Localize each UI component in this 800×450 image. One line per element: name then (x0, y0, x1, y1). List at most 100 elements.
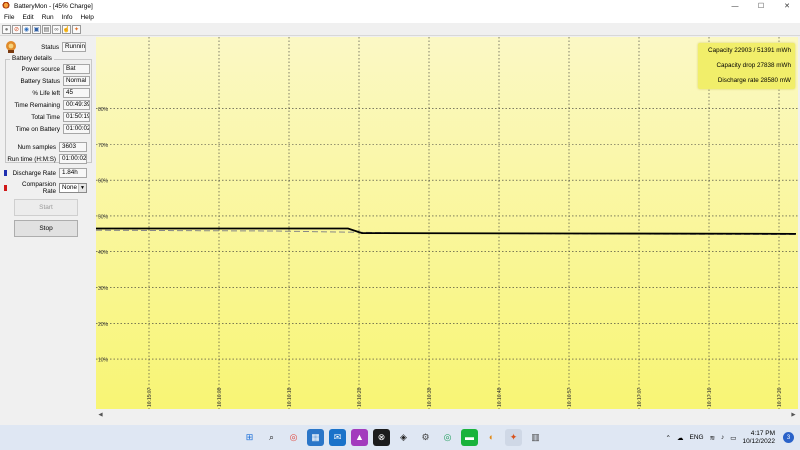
x-tick-label: 16:16:48 (497, 387, 503, 407)
xbox-icon[interactable]: ⊗ (373, 429, 390, 446)
num-samples-row: Num samples 3603 (4, 142, 87, 152)
title-bar: BatteryMon - [45% Charge] — ☐ ✕ (0, 0, 800, 12)
window-controls: — ☐ ✕ (722, 0, 800, 12)
document-icon[interactable]: ▤ (42, 25, 51, 34)
photos-icon[interactable]: ▲ (351, 429, 368, 446)
x-tick-label: 16:16:08 (217, 387, 223, 407)
volume-icon[interactable]: ♪ (721, 434, 724, 441)
run-time-value: 01:00:02 (59, 154, 87, 164)
y-tick-label: 10% (98, 358, 109, 364)
comparison-rate-select[interactable]: None ▼ (59, 183, 87, 193)
capacity-drop-annotation: Capacity drop 27838 mWh (716, 62, 791, 69)
menu-run[interactable]: Run (38, 14, 58, 21)
x-tick-label: 16:17:07 (637, 387, 643, 407)
save-disk-icon[interactable]: ▣ (32, 25, 41, 34)
detail-row: Battery Status Normal (7, 76, 90, 86)
num-samples-label: Num samples (17, 143, 57, 151)
close-icon[interactable]: ✕ (774, 0, 800, 12)
maximize-icon[interactable]: ☐ (748, 0, 774, 12)
globe-icon[interactable]: ◉ (22, 25, 31, 34)
comparison-rate-label: Comparsion Rate (22, 181, 56, 195)
store-icon[interactable]: ▦ (307, 429, 324, 446)
chrome-icon[interactable]: ◎ (285, 429, 302, 446)
no-entry-icon[interactable]: ⊘ (12, 25, 21, 34)
mail-icon[interactable]: ✉ (329, 429, 346, 446)
y-tick-label: 80% (98, 107, 109, 113)
stop-button[interactable]: Stop (14, 220, 78, 237)
detail-value: 45 (63, 88, 90, 98)
detail-value: Bat (63, 64, 90, 74)
files-icon[interactable]: ▥ (527, 429, 544, 446)
chart-plot-area (96, 37, 798, 409)
battery-status-icon (4, 40, 18, 54)
minimize-icon[interactable]: — (722, 0, 748, 12)
battery-chart: 10% 20% 30% 40% 50% 60% 70% 80% 16:15:07 16:16:0… (96, 37, 798, 409)
discharge-rate-row: Discharge Rate 1.84h (4, 168, 87, 178)
scroll-left-icon[interactable]: ◀ (96, 410, 105, 419)
window-title: BatteryMon - [45% Charge] (14, 2, 93, 10)
y-tick-label: 30% (98, 286, 109, 292)
x-tick-label: 16:17:26 (777, 387, 783, 407)
capacity-info-box: Capacity 22903 / 51391 mWh Capacity drop… (698, 43, 795, 89)
notification-badge[interactable]: 3 (783, 432, 794, 443)
x-tick-label: 16:16:18 (287, 387, 293, 407)
detail-label: Total Time (31, 113, 60, 121)
detail-value: Normal (63, 76, 90, 86)
detail-label: Battery Status (20, 77, 60, 85)
detail-label: % Life left (32, 89, 60, 97)
y-tick-label: 70% (98, 143, 109, 149)
scroll-right-icon[interactable]: ▶ (789, 410, 798, 419)
search-icon[interactable]: ⌕ (263, 429, 280, 446)
tray-overflow-chevron-icon[interactable]: ⌃ (666, 434, 671, 442)
system-tray: ⌃ ☁ ENG ≋ ♪ ▭ 4:17 PM 10/12/2022 3 (666, 425, 800, 450)
detail-row: Time on Battery 01:00:02 (7, 124, 90, 134)
detail-row: Power source Bat (7, 64, 90, 74)
x-tick-label: 16:15:07 (147, 387, 153, 407)
wifi-icon[interactable]: ≋ (710, 434, 715, 442)
battery-icon[interactable]: ▭ (730, 434, 736, 442)
detail-label: Time on Battery (15, 125, 60, 133)
detail-row: Total Time 01:50:19 (7, 112, 90, 122)
batterymon-taskbar-icon[interactable]: ✦ (505, 429, 522, 446)
security-icon[interactable]: ◈ (395, 429, 412, 446)
menu-edit[interactable]: Edit (18, 14, 37, 21)
comparison-rate-row: Comparsion Rate None ▼ (4, 181, 87, 195)
discharge-rate-value: 1.84h (59, 168, 87, 178)
discharge-rate-annotation: Discharge rate 28580 mW (717, 77, 791, 84)
x-tick-label: 16:16:28 (357, 387, 363, 407)
battery-chart-svg: 10% 20% 30% 40% 50% 60% 70% 80% 16:15:07 16:16:0… (96, 37, 798, 409)
detail-value: 01:00:02 (63, 124, 90, 134)
chart-horizontal-scrollbar[interactable]: ◀ ▶ (96, 410, 798, 419)
pointer-icon[interactable]: ☝ (62, 25, 71, 34)
language-indicator[interactable]: ENG (690, 434, 704, 441)
windows-taskbar: ⊞ ⌕ ◎ ▦ ✉ ▲ ⊗ ◈ ⚙ ◎ ▬ ◐ ✦ ▥ ⌃ ☁ ENG ≋ ♪ ▭ 4:17 PM 10/… (0, 425, 800, 450)
detail-row: Time Remaining 00:49:39 (7, 100, 90, 110)
comparison-rate-selected: None (62, 184, 78, 191)
status-label: Status (41, 43, 59, 51)
x-tick-label: 16:16:57 (567, 387, 573, 407)
windows-start-icon[interactable]: ⊞ (241, 429, 258, 446)
menu-file[interactable]: File (0, 14, 18, 21)
detail-label: Power source (21, 65, 61, 73)
menu-info[interactable]: Info (58, 14, 77, 21)
line-chat-icon[interactable]: ▬ (461, 429, 478, 446)
link-icon[interactable]: ∞ (52, 25, 61, 34)
num-samples-value: 3603 (59, 142, 87, 152)
cloud-icon[interactable]: ☁ (677, 434, 684, 442)
menu-bar: File Edit Run Info Help (0, 12, 800, 23)
stop-circle-icon[interactable]: ● (2, 25, 11, 34)
toolbar: ● ⊘ ◉ ▣ ▤ ∞ ☝ ✦ (0, 24, 800, 36)
y-tick-label: 40% (98, 250, 109, 256)
settings-gear-icon[interactable]: ⚙ (417, 429, 434, 446)
status-value: Running (62, 42, 86, 52)
batterymon-app-icon (2, 2, 10, 10)
battery-details-title: Battery details (10, 55, 54, 62)
clock[interactable]: 4:17 PM 10/12/2022 (742, 430, 775, 446)
menu-help[interactable]: Help (76, 14, 97, 21)
chevron-down-icon[interactable]: ▼ (78, 184, 86, 192)
chrome-alt-icon[interactable]: ◎ (439, 429, 456, 446)
zalo-icon[interactable]: ◐ (483, 429, 500, 446)
start-button[interactable]: Start (14, 199, 78, 216)
detail-value: 00:49:39 (63, 100, 90, 110)
battery-logo-icon[interactable]: ✦ (72, 25, 81, 34)
